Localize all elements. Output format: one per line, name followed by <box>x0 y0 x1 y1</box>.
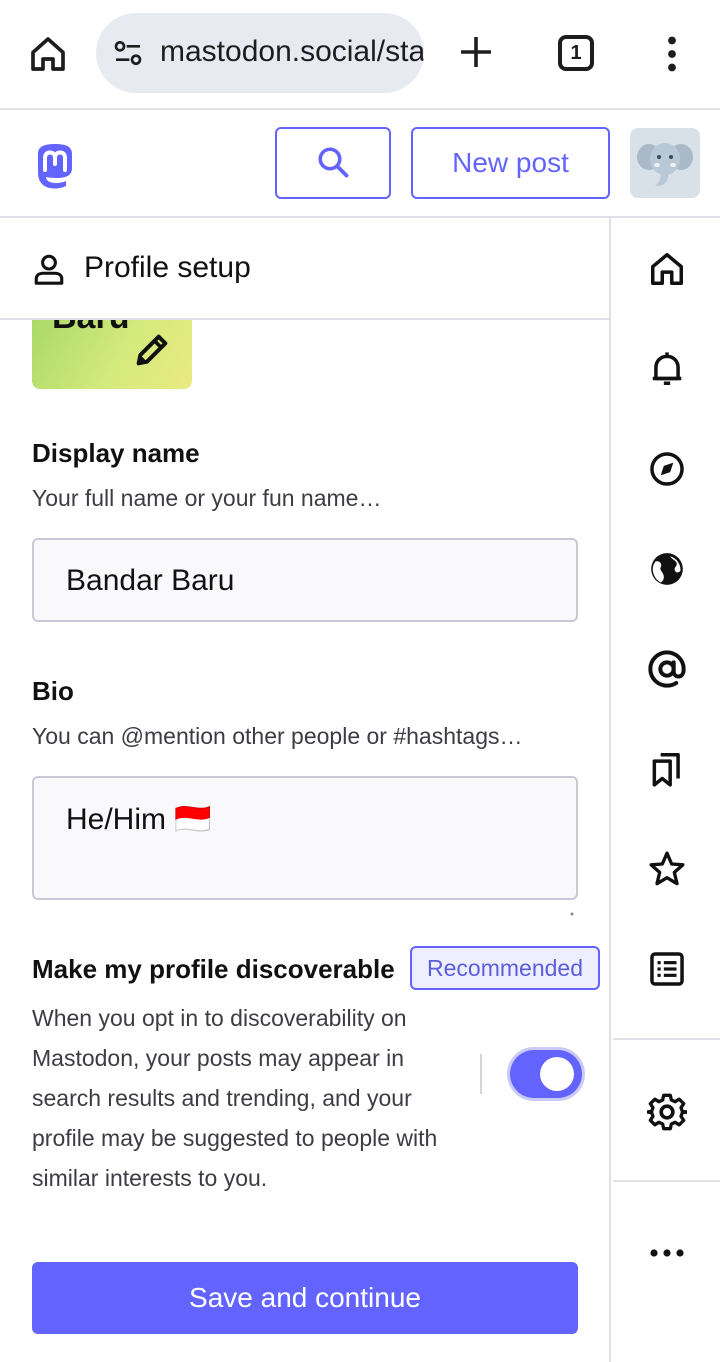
search-button[interactable] <box>275 127 391 199</box>
bell-icon[interactable] <box>647 349 687 389</box>
pencil-edit-icon[interactable] <box>132 330 172 370</box>
bookmarks-icon[interactable] <box>647 749 687 789</box>
app-header: New post <box>0 110 720 218</box>
column-header: Profile setup <box>0 218 609 320</box>
new-tab-plus-icon[interactable] <box>452 28 500 76</box>
save-and-continue-button[interactable]: Save and continue <box>32 1262 578 1334</box>
display-name-value: Bandar Baru <box>66 564 235 597</box>
display-name-field[interactable]: Bandar Baru <box>32 538 578 622</box>
person-icon <box>32 252 66 286</box>
tab-switcher-button[interactable]: 1 <box>558 35 594 71</box>
mastodon-logo-icon[interactable] <box>30 140 80 190</box>
divider <box>480 1054 482 1094</box>
new-post-button[interactable]: New post <box>411 127 610 199</box>
discoverable-toggle[interactable] <box>510 1050 582 1098</box>
discoverable-label: Make my profile discoverable <box>32 954 395 984</box>
page-title: Profile setup <box>84 251 251 284</box>
browser-home-icon[interactable] <box>24 30 72 78</box>
bio-label: Bio <box>32 676 74 706</box>
bio-hint: You can @mention other people or #hashta… <box>32 723 523 749</box>
more-icon[interactable] <box>647 1233 687 1273</box>
star-icon[interactable] <box>647 849 687 889</box>
home-icon[interactable] <box>647 249 687 289</box>
list-icon[interactable] <box>647 949 687 989</box>
site-settings-icon[interactable] <box>112 37 144 69</box>
avatar[interactable] <box>630 128 700 198</box>
compass-icon[interactable] <box>647 449 687 489</box>
display-name-label: Display name <box>32 438 200 468</box>
toggle-knob <box>540 1057 574 1091</box>
search-icon <box>315 144 351 183</box>
browser-menu-icon[interactable] <box>656 30 688 78</box>
browser-url-text: mastodon.social/sta <box>160 35 424 68</box>
at-icon[interactable] <box>647 649 687 689</box>
navigation-rail <box>613 218 720 1362</box>
bio-field[interactable]: He/Him 🇮🇩 <box>32 776 578 916</box>
display-name-hint: Your full name or your fun name… <box>32 485 382 511</box>
browser-url-bar[interactable]: mastodon.social/sta <box>96 13 424 93</box>
bio-value: He/Him 🇮🇩 <box>66 803 212 836</box>
profile-setup-column: Profile setup Baru Display name Your ful… <box>0 218 611 1362</box>
globe-icon[interactable] <box>647 549 687 589</box>
rail-divider <box>613 1038 720 1040</box>
rail-divider <box>613 1180 720 1182</box>
resize-handle-icon[interactable] <box>568 890 574 916</box>
gear-icon[interactable] <box>647 1092 687 1132</box>
header-image-text: Baru <box>52 320 129 337</box>
elephant-avatar-icon <box>637 143 693 186</box>
browser-toolbar: mastodon.social/sta 1 <box>0 0 720 110</box>
discoverable-description: When you opt in to discoverability on Ma… <box>32 1005 438 1191</box>
header-image[interactable]: Baru <box>32 320 192 389</box>
recommended-badge: Recommended <box>410 946 600 990</box>
